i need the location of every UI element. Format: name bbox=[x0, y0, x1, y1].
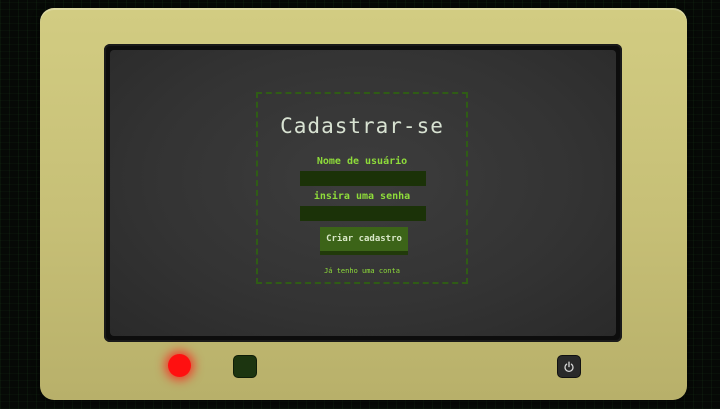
create-account-button[interactable]: Criar cadastro bbox=[320, 227, 408, 255]
power-button[interactable] bbox=[557, 355, 581, 378]
power-led-indicator bbox=[168, 354, 191, 377]
login-link[interactable]: Já tenho uma conta bbox=[258, 267, 466, 275]
monitor-screen: Cadastrar-se Nome de usuário insira uma … bbox=[104, 44, 622, 342]
password-input[interactable] bbox=[300, 206, 426, 221]
form-title: Cadastrar-se bbox=[280, 114, 444, 138]
monitor-green-button[interactable] bbox=[233, 355, 257, 378]
username-label: Nome de usuário bbox=[316, 156, 408, 167]
password-label: insira uma senha bbox=[313, 191, 411, 202]
monitor-frame: Cadastrar-se Nome de usuário insira uma … bbox=[40, 8, 687, 400]
signup-form: Cadastrar-se Nome de usuário insira uma … bbox=[256, 92, 468, 284]
screen-display: Cadastrar-se Nome de usuário insira uma … bbox=[110, 50, 616, 336]
power-icon bbox=[564, 361, 574, 372]
username-input[interactable] bbox=[300, 171, 426, 186]
